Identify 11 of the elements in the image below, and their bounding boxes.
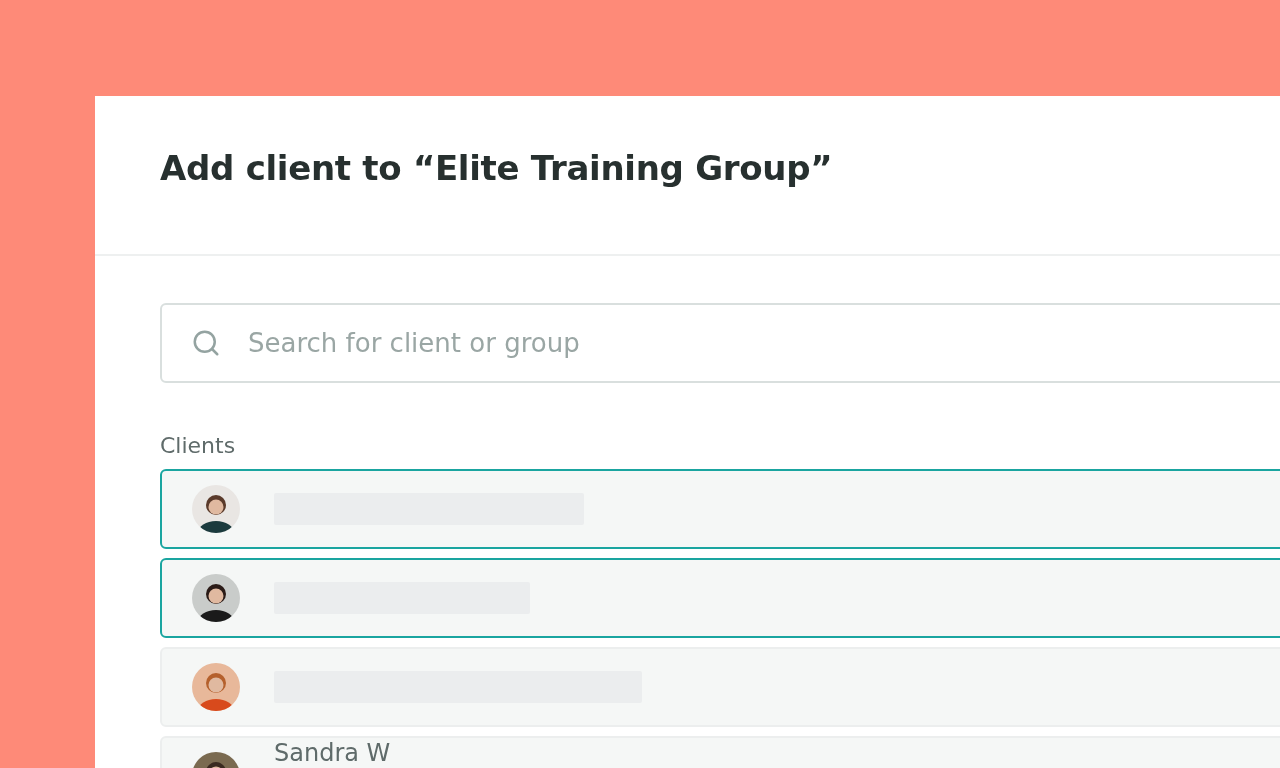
dialog-title: Add client to “Elite Training Group” xyxy=(160,148,834,188)
avatar-icon xyxy=(192,663,240,711)
client-row[interactable] xyxy=(160,558,1280,638)
search-field[interactable]: Search for client or group xyxy=(160,303,1280,383)
avatar-icon xyxy=(192,485,240,533)
client-row[interactable]: Sandra W xyxy=(160,736,1280,768)
section-label: Clients xyxy=(160,433,236,460)
client-name: Sandra W xyxy=(274,739,391,767)
avatar-icon xyxy=(192,574,240,622)
client-row[interactable] xyxy=(160,469,1280,549)
search-icon xyxy=(191,328,221,358)
